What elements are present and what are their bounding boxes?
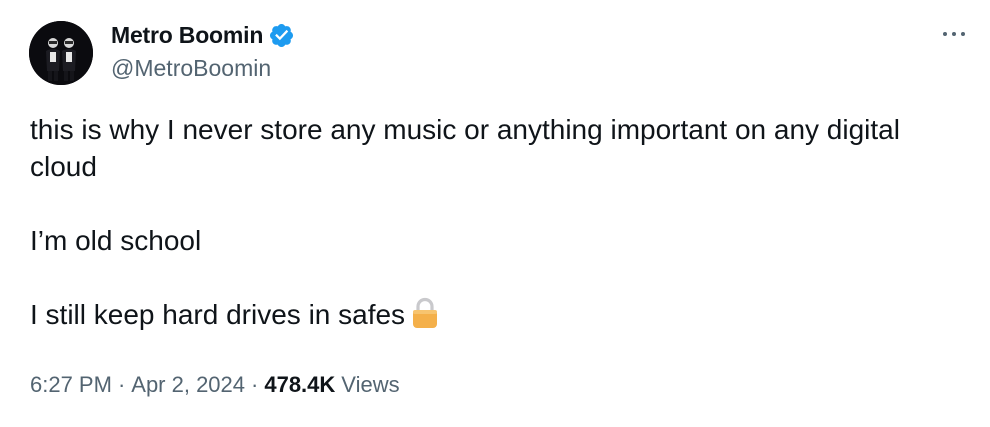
author-name-row[interactable]: Metro Boomin xyxy=(111,20,295,50)
tweet-date-link[interactable]: Apr 2, 2024 xyxy=(131,372,245,398)
verified-badge-icon xyxy=(268,22,295,49)
views-count[interactable]: 478.4K xyxy=(264,372,335,398)
lock-icon xyxy=(411,297,439,329)
more-options-button[interactable] xyxy=(937,22,971,46)
more-dot xyxy=(952,32,956,36)
tweet-paragraph-last: I still keep hard drives in safes xyxy=(30,296,960,333)
tweet-paragraph: this is why I never store any music or a… xyxy=(30,114,900,182)
author-display-name[interactable]: Metro Boomin xyxy=(111,22,263,49)
tweet-text: this is why I never store any music or a… xyxy=(30,111,960,333)
tweet-date: Apr 2, 2024 xyxy=(131,372,246,397)
meta-separator: · xyxy=(251,372,259,397)
tweet-meta: 6:27 PM · Apr 2, 2024 · 478.4K Views xyxy=(30,372,400,398)
tweet-paragraph: I still keep hard drives in safes xyxy=(30,299,406,330)
more-dots-icon xyxy=(943,32,947,36)
tweet-time-link[interactable]: 6:27 PM xyxy=(30,372,112,398)
author-handle[interactable]: @MetroBoomin xyxy=(111,55,271,82)
more-dot xyxy=(961,32,965,36)
tweet-time: 6:27 PM xyxy=(30,372,112,397)
avatar[interactable] xyxy=(29,21,93,85)
profile-photo-icon xyxy=(29,21,93,85)
tweet-card: Metro Boomin @MetroBoomin this is why I … xyxy=(0,0,990,427)
views-label: Views xyxy=(341,372,400,397)
tweet-paragraph: I’m old school xyxy=(30,225,202,256)
meta-separator: · xyxy=(117,372,126,397)
